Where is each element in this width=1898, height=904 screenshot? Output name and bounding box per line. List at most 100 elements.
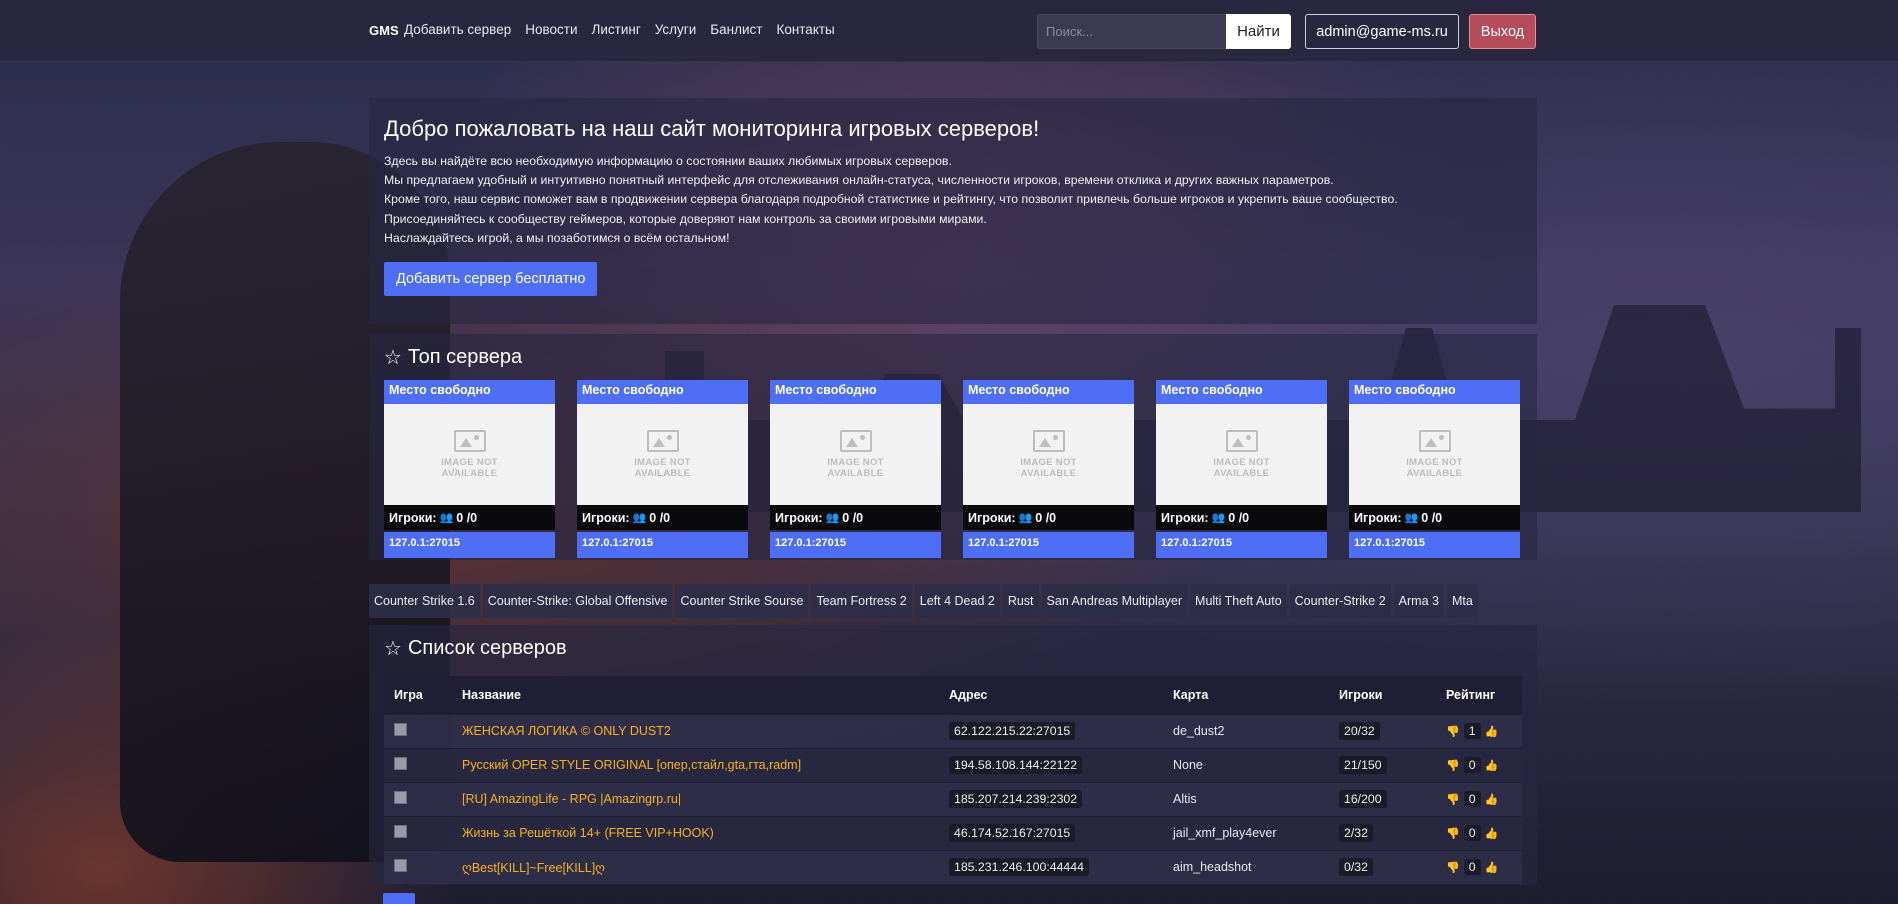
thumbs-up-icon[interactable]: 👍 (1485, 861, 1499, 874)
column-header-map[interactable]: Карта (1163, 676, 1329, 714)
column-header-players[interactable]: Игроки (1329, 676, 1436, 714)
rating-control: 👎 0 👍 (1446, 825, 1512, 841)
rating-value: 0 (1463, 859, 1481, 876)
top-card-address: 127.0.1:27015 (384, 532, 555, 558)
thumbs-down-icon[interactable]: 👎 (1446, 861, 1460, 874)
image-placeholder-icon (1225, 430, 1258, 452)
server-list-heading: ☆ Список серверов (384, 633, 1522, 663)
server-list-panel: ☆ Список серверов Игра Название Адрес Ка… (369, 625, 1537, 885)
server-address[interactable]: 185.207.214.239:2302 (949, 790, 1083, 808)
players-label: Игроки: (1354, 510, 1402, 525)
top-servers-panel: ☆ Топ сервера Место свободно IMAGE NOT AV… (369, 334, 1537, 560)
nav-links: Добавить сервер Новости Листинг Услуги Б… (404, 22, 835, 37)
top-server-card[interactable]: Место свободно IMAGE NOT AVAILABLE Игроки… (384, 380, 555, 558)
server-map: Altis (1173, 792, 1197, 806)
tab-csgo[interactable]: Counter-Strike: Global Offensive (482, 584, 673, 618)
nav-link-banlist[interactable]: Банлист (710, 22, 762, 37)
image-placeholder-text: IMAGE NOT (1406, 457, 1463, 468)
tab-mta-short[interactable]: Mta (1446, 584, 1478, 618)
nav-link-contacts[interactable]: Контакты (776, 22, 834, 37)
column-header-rating[interactable]: Рейтинг (1436, 676, 1522, 714)
server-name-link[interactable]: Жизнь за Решёткой 14+ (FREE VIP+HOOK) (462, 826, 714, 840)
column-header-game[interactable]: Игра (384, 676, 452, 714)
server-players: 20/32 (1339, 722, 1380, 740)
top-card-label: Место свободно (577, 380, 748, 404)
table-row[interactable]: Русский OPER STYLE ORIGINAL [опер,стайл,… (384, 748, 1522, 782)
image-placeholder-text: AVAILABLE (827, 468, 884, 479)
table-row[interactable]: [RU] AmazingLife - RPG |Amazingrp.ru| 18… (384, 782, 1522, 816)
thumbs-up-icon[interactable]: 👍 (1485, 793, 1499, 806)
server-map: de_dust2 (1173, 724, 1225, 738)
column-header-name[interactable]: Название (452, 676, 939, 714)
server-name-link[interactable]: [RU] AmazingLife - RPG |Amazingrp.ru| (462, 792, 681, 806)
top-servers-grid: Место свободно IMAGE NOT AVAILABLE Игроки… (384, 380, 1522, 558)
cs16-icon (394, 825, 407, 838)
thumbs-up-icon[interactable]: 👍 (1485, 759, 1499, 772)
tab-mta[interactable]: Multi Theft Auto (1190, 584, 1287, 618)
nav-link-services[interactable]: Услуги (655, 22, 697, 37)
user-account-button[interactable]: admin@game-ms.ru (1305, 14, 1459, 49)
add-server-free-button[interactable]: Добавить сервер бесплатно (384, 262, 598, 297)
server-map: None (1173, 758, 1203, 772)
pagination-button[interactable] (383, 893, 415, 904)
tab-rust[interactable]: Rust (1002, 584, 1039, 618)
image-placeholder-text: IMAGE NOT (1213, 457, 1270, 468)
thumbs-down-icon[interactable]: 👎 (1446, 827, 1460, 840)
image-placeholder-text: IMAGE NOT (1020, 457, 1077, 468)
table-row[interactable]: ЖЕНСКАЯ ЛОГИКА © ONLY DUST2 62.122.215.2… (384, 714, 1522, 748)
players-count: 0 /0 (649, 510, 671, 525)
thumbs-up-icon[interactable]: 👍 (1485, 827, 1499, 840)
top-card-players: Игроки: 👥 0 /0 (1349, 505, 1520, 530)
nav-link-add-server[interactable]: Добавить сервер (404, 22, 511, 37)
users-icon: 👥 (1018, 512, 1033, 524)
rating-control: 👎 0 👍 (1446, 791, 1512, 807)
server-address[interactable]: 194.58.108.144:22122 (949, 756, 1083, 774)
top-card-players: Игроки: 👥 0 /0 (963, 505, 1134, 530)
top-server-card[interactable]: Место свободно IMAGE NOT AVAILABLE Игроки… (770, 380, 941, 558)
rating-value: 1 (1463, 723, 1481, 739)
logout-button[interactable]: Выход (1469, 14, 1536, 49)
server-address[interactable]: 62.122.215.22:27015 (949, 722, 1076, 740)
search-button[interactable]: Найти (1226, 14, 1291, 49)
nav-link-listing[interactable]: Листинг (591, 22, 640, 37)
image-placeholder-text: AVAILABLE (634, 468, 691, 479)
tab-tf2[interactable]: Team Fortress 2 (811, 584, 912, 618)
top-card-address: 127.0.1:27015 (577, 532, 748, 558)
nav-link-news[interactable]: Новости (525, 22, 577, 37)
top-server-card[interactable]: Место свободно IMAGE NOT AVAILABLE Игроки… (1349, 380, 1520, 558)
tab-samp[interactable]: San Andreas Multiplayer (1041, 584, 1188, 618)
players-count: 0 /0 (842, 510, 864, 525)
top-server-card[interactable]: Место свободно IMAGE NOT AVAILABLE Игроки… (963, 380, 1134, 558)
users-icon: 👥 (1404, 512, 1419, 524)
top-card-players: Игроки: 👥 0 /0 (770, 505, 941, 530)
thumbs-down-icon[interactable]: 👎 (1446, 793, 1460, 806)
search-input[interactable] (1037, 14, 1227, 49)
thumbs-up-icon[interactable]: 👍 (1485, 725, 1499, 738)
brand-logo[interactable]: GMS (369, 23, 399, 38)
top-server-card[interactable]: Место свободно IMAGE NOT AVAILABLE Игроки… (577, 380, 748, 558)
server-name-link[interactable]: Русский OPER STYLE ORIGINAL [опер,стайл,… (462, 758, 801, 772)
tab-cs2[interactable]: Counter-Strike 2 (1289, 584, 1391, 618)
tab-arma3[interactable]: Arma 3 (1393, 584, 1444, 618)
column-header-address[interactable]: Адрес (939, 676, 1163, 714)
thumbs-down-icon[interactable]: 👎 (1446, 759, 1460, 772)
welcome-line: Здесь вы найдёте всю необходимую информа… (384, 154, 952, 168)
server-name-link[interactable]: ЖЕНСКАЯ ЛОГИКА © ONLY DUST2 (462, 724, 671, 738)
rating-value: 0 (1463, 791, 1481, 807)
players-label: Игроки: (389, 510, 437, 525)
rating-value: 0 (1463, 825, 1481, 841)
tab-l4d2[interactable]: Left 4 Dead 2 (914, 584, 1000, 618)
tab-cs16[interactable]: Counter Strike 1.6 (369, 584, 480, 618)
server-name-link[interactable]: ღBest[KILL]~Free[KILL]ღ (462, 861, 605, 875)
top-card-image-placeholder: IMAGE NOT AVAILABLE (963, 404, 1134, 505)
players-count: 0 /0 (1035, 510, 1057, 525)
thumbs-down-icon[interactable]: 👎 (1446, 725, 1460, 738)
top-server-card[interactable]: Место свободно IMAGE NOT AVAILABLE Игроки… (1156, 380, 1327, 558)
tab-css[interactable]: Counter Strike Sourse (675, 584, 809, 618)
server-address[interactable]: 185.231.246.100:44444 (949, 858, 1089, 877)
table-row[interactable]: ღBest[KILL]~Free[KILL]ღ 185.231.246.100:… (384, 850, 1522, 884)
welcome-line: Наслаждайтесь игрой, а мы позаботимся о … (384, 230, 730, 245)
top-card-address: 127.0.1:27015 (770, 532, 941, 558)
table-row[interactable]: Жизнь за Решёткой 14+ (FREE VIP+HOOK) 46… (384, 816, 1522, 850)
server-address[interactable]: 46.174.52.167:27015 (949, 824, 1076, 842)
